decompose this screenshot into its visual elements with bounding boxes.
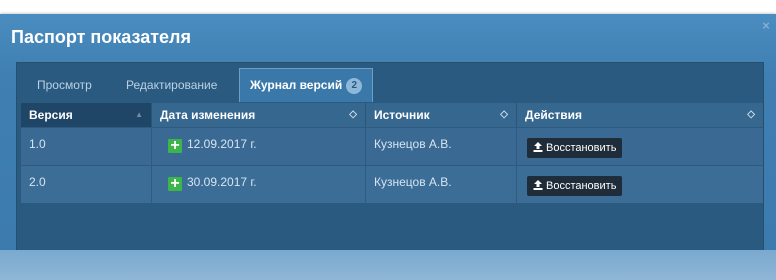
sort-icon: ◇ xyxy=(500,109,508,120)
dialog-footer xyxy=(0,250,776,280)
date-cell: +12.09.2017 г. xyxy=(152,128,366,166)
tab-version-log[interactable]: Журнал версий 2 xyxy=(239,68,374,102)
date-cell: +30.09.2017 г. xyxy=(152,166,366,204)
sort-icon: ◇ xyxy=(747,109,755,120)
plus-icon: + xyxy=(168,138,182,154)
table-row[interactable]: 2.0 +30.09.2017 г. Кузнецов А.В. Восстан… xyxy=(21,165,763,204)
version-cell: 1.0 xyxy=(21,128,152,166)
date-value: 30.09.2017 г. xyxy=(187,175,257,189)
tab-view[interactable]: Просмотр xyxy=(37,69,92,101)
tab-edit[interactable]: Редактирование xyxy=(126,69,217,101)
table-row[interactable]: 1.0 +12.09.2017 г. Кузнецов А.В. Восстан… xyxy=(21,127,763,166)
actions-cell: Восстановить xyxy=(517,166,763,204)
table-header: Версия ▲ Дата изменения ◇ Источник ◇ Дей… xyxy=(21,103,763,127)
restore-button[interactable]: Восстановить xyxy=(527,138,623,158)
column-header-date[interactable]: Дата изменения ◇ xyxy=(152,103,366,127)
sort-icon: ◇ xyxy=(349,109,357,120)
source-cell: Кузнецов А.В. xyxy=(366,128,517,166)
column-header-source[interactable]: Источник ◇ xyxy=(366,103,517,127)
version-count-badge: 2 xyxy=(346,78,363,94)
column-header-version[interactable]: Версия ▲ xyxy=(21,103,152,127)
indicator-passport-dialog: Паспорт показателя × Просмотр Редактиров… xyxy=(0,14,776,280)
restore-button-label: Восстановить xyxy=(546,180,617,192)
dialog-panel: Просмотр Редактирование Журнал версий 2 В… xyxy=(16,62,764,268)
dialog-title: Паспорт показателя xyxy=(11,27,191,47)
column-header-label: Источник xyxy=(374,108,430,122)
date-value: 12.09.2017 г. xyxy=(187,137,257,151)
close-icon[interactable]: × xyxy=(760,19,772,32)
sort-asc-icon: ▲ xyxy=(135,110,143,119)
restore-button-label: Восстановить xyxy=(546,142,617,154)
column-header-label: Дата изменения xyxy=(160,108,256,122)
column-header-label: Версия xyxy=(29,108,73,122)
upload-icon xyxy=(533,180,543,190)
tab-version-log-label: Журнал версий xyxy=(250,78,343,92)
column-header-label: Действия xyxy=(525,108,583,122)
upload-icon xyxy=(533,142,543,152)
versions-table: Версия ▲ Дата изменения ◇ Источник ◇ Дей… xyxy=(21,103,763,204)
actions-cell: Восстановить xyxy=(517,128,763,166)
version-cell: 2.0 xyxy=(21,166,152,204)
column-header-actions[interactable]: Действия ◇ xyxy=(517,103,763,127)
restore-button[interactable]: Восстановить xyxy=(527,176,623,196)
source-cell: Кузнецов А.В. xyxy=(366,166,517,204)
plus-icon: + xyxy=(168,176,182,192)
